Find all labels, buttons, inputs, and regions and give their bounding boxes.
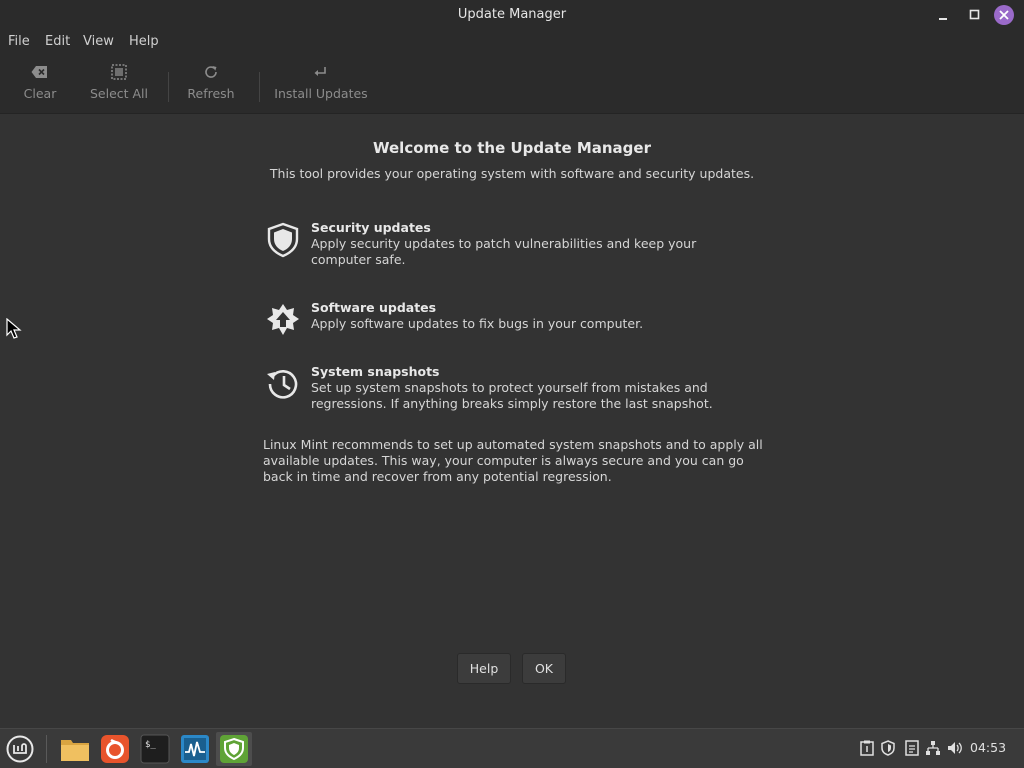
update-manager-icon [220,735,248,763]
history-icon [263,364,303,404]
enter-arrow-icon [314,62,328,82]
help-button[interactable]: Help [457,653,511,684]
install-updates-button[interactable]: Install Updates [274,62,368,106]
system-monitor-icon [181,735,209,763]
terminal-icon: $_ [140,734,170,764]
minimize-icon [939,18,947,20]
svg-text:$_: $_ [145,740,156,750]
feature-title: System snapshots [311,364,440,379]
update-manager-window: Update Manager File Edit View Help Clear… [0,0,1024,728]
toolbar-separator [168,72,169,102]
maximize-icon [969,9,980,20]
shield-icon [263,220,303,260]
backspace-icon [31,62,49,82]
menu-help[interactable]: Help [129,33,159,51]
maximize-button[interactable] [964,4,986,26]
menu-view[interactable]: View [83,33,114,51]
close-icon [999,10,1009,20]
window-title: Update Manager [457,7,567,22]
close-button[interactable] [993,4,1015,26]
ok-button[interactable]: OK [522,653,566,684]
menu-edit[interactable]: Edit [45,33,70,51]
welcome-title: Welcome to the Update Manager [373,139,651,157]
toolbar-separator [259,72,260,102]
select-all-button[interactable]: Select All [88,62,150,106]
taskbar: $_ 04:53 [0,728,1024,768]
refresh-icon [203,62,219,82]
upload-star-icon [263,300,303,340]
refresh-button[interactable]: Refresh [186,62,236,106]
install-updates-label: Install Updates [274,86,368,101]
select-all-label: Select All [89,86,149,101]
minimize-button[interactable] [933,4,955,26]
feature-security-updates: Security updates Apply security updates … [263,220,763,270]
recommendation-text: Linux Mint recommends to set up automate… [263,437,763,484]
volume-icon[interactable] [946,739,964,757]
feature-software-updates: Software updates Apply software updates … [263,300,763,336]
welcome-content: Welcome to the Update Manager This tool … [0,114,1024,728]
notes-icon[interactable] [903,739,921,757]
clipboard-icon[interactable] [858,739,876,757]
taskbar-firefox[interactable] [97,732,133,766]
update-shield-icon[interactable] [879,739,897,757]
select-all-icon [111,62,127,82]
start-menu-button[interactable] [2,732,38,766]
taskbar-update-manager[interactable] [216,732,252,766]
toolbar: Clear Select All Refresh Install Updates [0,54,1024,114]
clear-label: Clear [23,86,57,101]
taskbar-separator [46,735,47,763]
menu-icon [6,735,34,763]
taskbar-system-monitor[interactable] [177,732,213,766]
feature-description: Set up system snapshots to protect yours… [311,380,713,411]
taskbar-files[interactable] [57,732,93,766]
clear-button[interactable]: Clear [20,62,60,106]
network-icon[interactable] [924,739,942,757]
menu-bar: File Edit View Help [0,30,1024,54]
title-bar[interactable]: Update Manager [0,0,1024,30]
feature-title: Software updates [311,300,437,315]
files-icon [61,740,89,761]
feature-title: Security updates [311,220,431,235]
feature-description: Apply software updates to fix bugs in yo… [311,316,644,331]
menu-file[interactable]: File [8,33,30,51]
welcome-subtitle: This tool provides your operating system… [269,166,755,181]
firefox-icon [101,735,129,763]
feature-system-snapshots: System snapshots Set up system snapshots… [263,364,763,414]
feature-description: Apply security updates to patch vulnerab… [311,236,697,267]
clock[interactable]: 04:53 [970,740,1006,755]
taskbar-terminal[interactable]: $_ [137,732,173,766]
mouse-cursor-icon [6,317,22,344]
refresh-label: Refresh [187,86,235,101]
